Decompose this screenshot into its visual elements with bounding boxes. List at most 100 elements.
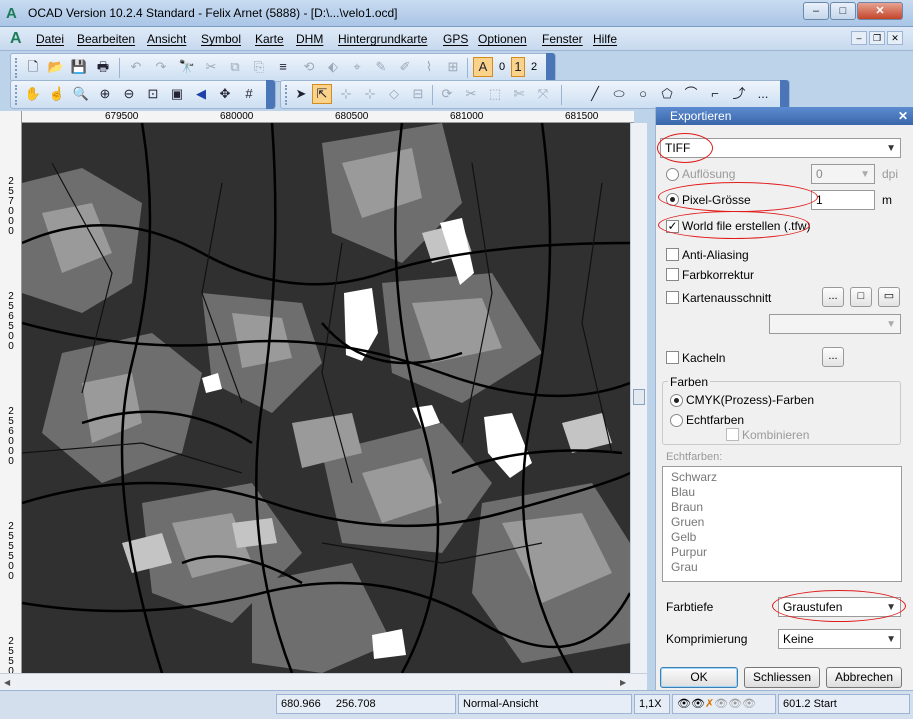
- zoom-out-icon[interactable]: ⊖: [119, 84, 139, 104]
- rotate-icon[interactable]: ⟳: [437, 84, 457, 104]
- print-icon[interactable]: 🖶: [93, 57, 113, 77]
- kartenausschnitt-more-button[interactable]: ...: [822, 287, 844, 307]
- open-icon[interactable]: 📂: [46, 57, 66, 77]
- anti-aliasing-checkbox[interactable]: [666, 248, 679, 261]
- freehand-icon[interactable]: ⤴: [729, 84, 749, 104]
- edit-object-icon[interactable]: ⇱: [312, 84, 332, 104]
- cut-hole-icon[interactable]: ⬚: [485, 84, 505, 104]
- menu-datei[interactable]: Datei: [36, 32, 64, 46]
- abbrechen-button[interactable]: Abbrechen: [826, 667, 902, 688]
- menu-karte[interactable]: Karte: [255, 32, 284, 46]
- mdi-minimize-button[interactable]: –: [851, 31, 867, 45]
- aufloesung-radio[interactable]: [666, 168, 679, 181]
- toolbar-overflow-button[interactable]: [546, 53, 555, 82]
- aufloesung-select[interactable]: 0 ▼: [811, 164, 875, 184]
- kacheln-checkbox[interactable]: [666, 351, 679, 364]
- zoom-select-icon[interactable]: ⊡: [143, 84, 163, 104]
- menu-optionen[interactable]: Optionen: [478, 32, 527, 46]
- window-select-icon[interactable]: ▭: [878, 287, 900, 307]
- panel-close-icon[interactable]: ✕: [898, 107, 908, 125]
- circle-icon[interactable]: ○: [633, 84, 653, 104]
- vertical-scrollbar[interactable]: [630, 123, 647, 673]
- eye-icon[interactable]: 👁: [742, 698, 756, 710]
- add-point-icon[interactable]: ⊹: [360, 84, 380, 104]
- ellipse-icon[interactable]: ⬭: [609, 84, 629, 104]
- zoom-in-icon[interactable]: 🔍: [71, 84, 91, 104]
- eye-crossed-icon[interactable]: ✗: [705, 698, 714, 710]
- paste-icon[interactable]: ⎘: [249, 57, 269, 77]
- curve-edit-icon[interactable]: ⌇: [419, 57, 439, 77]
- stretch-icon[interactable]: ⤧: [533, 84, 553, 104]
- echtfarben-listbox[interactable]: Schwarz Blau Braun Gruen Gelb Purpur Gra…: [662, 466, 902, 582]
- copy-icon[interactable]: ⧉: [225, 57, 245, 77]
- eye-icon[interactable]: 👁: [691, 698, 705, 710]
- new-icon[interactable]: 🗋: [23, 57, 43, 77]
- move-icon[interactable]: ✥: [215, 84, 235, 104]
- horizontal-scrollbar[interactable]: ◀ ▶: [0, 673, 647, 690]
- ok-button[interactable]: OK: [660, 667, 738, 688]
- fill-icon[interactable]: ⬖: [323, 57, 343, 77]
- schliessen-button[interactable]: Schliessen: [744, 667, 820, 688]
- eye-icon[interactable]: 👁: [714, 698, 728, 710]
- ocad-menu-logo-icon[interactable]: A: [10, 30, 22, 48]
- close-button[interactable]: ✕: [857, 2, 903, 20]
- menu-symbol[interactable]: Symbol: [201, 32, 241, 46]
- list-item[interactable]: Schwarz: [671, 470, 717, 484]
- vertical-scroll-thumb[interactable]: [633, 389, 645, 405]
- remove-point-icon[interactable]: ◇: [384, 84, 404, 104]
- reshape-icon[interactable]: ⟲: [299, 57, 319, 77]
- toolbar-overflow-button[interactable]: [266, 80, 275, 109]
- zoom-fit-icon[interactable]: ▣: [167, 84, 187, 104]
- scroll-left-icon[interactable]: ◀: [4, 678, 10, 687]
- line-icon[interactable]: ╱: [585, 84, 605, 104]
- menu-fenster[interactable]: Fenster: [542, 32, 583, 46]
- menu-gps[interactable]: GPS: [443, 32, 468, 46]
- cut-icon[interactable]: ✂: [201, 57, 221, 77]
- map-canvas[interactable]: [22, 123, 630, 673]
- farbkorrektur-checkbox[interactable]: [666, 268, 679, 281]
- pin-icon[interactable]: ⌖: [347, 57, 367, 77]
- list-item[interactable]: Blau: [671, 485, 695, 499]
- pixel-groesse-input[interactable]: 1: [811, 190, 875, 210]
- curve-icon[interactable]: ⌒: [681, 84, 701, 104]
- pointer-icon[interactable]: ➤: [291, 84, 311, 104]
- layer-a-icon[interactable]: A: [473, 57, 493, 77]
- cut-object-icon[interactable]: ✂: [461, 84, 481, 104]
- list-item[interactable]: Purpur: [671, 545, 707, 559]
- toolbar-grip[interactable]: [285, 85, 289, 105]
- smooth-icon[interactable]: ✐: [395, 57, 415, 77]
- kartenausschnitt-checkbox[interactable]: [666, 291, 679, 304]
- layer-0-toggle[interactable]: 0: [499, 57, 505, 77]
- more-icon[interactable]: ...: [753, 84, 773, 104]
- polygon-icon[interactable]: ⬠: [657, 84, 677, 104]
- list-item[interactable]: Gruen: [671, 515, 704, 529]
- hash-icon[interactable]: #: [239, 84, 259, 104]
- menu-bearbeiten[interactable]: Bearbeiten: [77, 32, 135, 46]
- hand-icon[interactable]: ✋: [23, 84, 43, 104]
- redo-icon[interactable]: ↷: [151, 57, 171, 77]
- arrow-left-icon[interactable]: ◀: [191, 84, 211, 104]
- eye-icon[interactable]: 👁: [677, 698, 691, 710]
- menu-hilfe[interactable]: Hilfe: [593, 32, 617, 46]
- minimize-button[interactable]: –: [803, 2, 829, 20]
- rect-select-icon[interactable]: □: [850, 287, 872, 307]
- merge-icon[interactable]: ✄: [509, 84, 529, 104]
- menu-ansicht[interactable]: Ansicht: [147, 32, 186, 46]
- duplicate-icon[interactable]: ≡: [273, 57, 293, 77]
- hand-scroll-icon[interactable]: ☝: [47, 84, 67, 104]
- kombinieren-checkbox[interactable]: [726, 428, 739, 441]
- edit-point-icon[interactable]: ⊹: [336, 84, 356, 104]
- layer-2-toggle[interactable]: 2: [531, 57, 537, 77]
- echtfarben-radio[interactable]: [670, 414, 683, 427]
- undo-icon[interactable]: ↶: [126, 57, 146, 77]
- list-item[interactable]: Gelb: [671, 530, 696, 544]
- scroll-right-icon[interactable]: ▶: [620, 678, 626, 687]
- kartenausschnitt-select[interactable]: ▼: [769, 314, 901, 334]
- mdi-restore-button[interactable]: ❐: [869, 31, 885, 45]
- komprimierung-select[interactable]: Keine ▼: [778, 629, 901, 649]
- maximize-button[interactable]: □: [830, 2, 856, 20]
- save-icon[interactable]: 💾: [69, 57, 89, 77]
- brush-icon[interactable]: ✎: [371, 57, 391, 77]
- list-item[interactable]: Braun: [671, 500, 703, 514]
- zoom-plus-icon[interactable]: ⊕: [95, 84, 115, 104]
